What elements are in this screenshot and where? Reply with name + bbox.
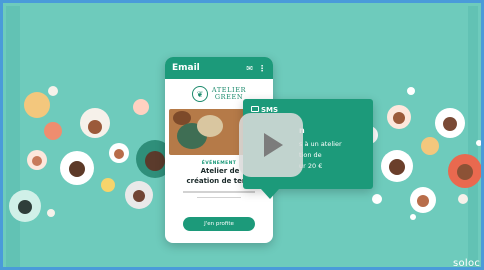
more-vertical-icon: ⋮ xyxy=(258,63,266,73)
sms-body-line1: s à un atelier xyxy=(299,140,342,148)
sms-bubble-tail xyxy=(261,189,279,199)
email-card-title: Email xyxy=(172,63,200,73)
sms-icon xyxy=(251,106,259,112)
text-placeholder-line xyxy=(197,196,241,198)
cta-button[interactable]: J'en profite xyxy=(183,217,255,231)
mail-icon: ✉ xyxy=(246,63,253,73)
play-button[interactable] xyxy=(239,113,303,177)
text-placeholder-line xyxy=(183,191,255,193)
leaf-icon: ❦ xyxy=(191,86,208,102)
brand-watermark: soloc xyxy=(453,258,481,269)
play-icon xyxy=(264,133,283,157)
brand-name-line2: GREEN xyxy=(214,93,244,101)
video-frame: Email ✉ ⋮ ❦ ATELIER GREEN ÉVÉNEMENT Atel… xyxy=(0,0,484,270)
sms-body: s à un atelier tion de ur 20 € xyxy=(299,139,369,172)
sms-body-line2: tion de xyxy=(299,151,322,159)
sms-body-line3: ur 20 € xyxy=(299,162,323,170)
email-card-header: Email ✉ ⋮ xyxy=(165,57,273,79)
